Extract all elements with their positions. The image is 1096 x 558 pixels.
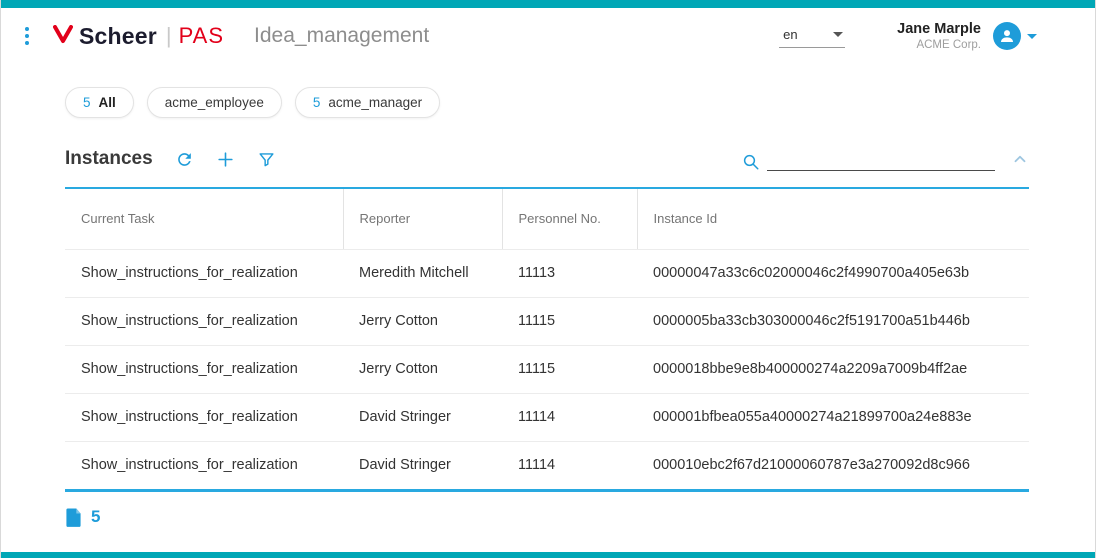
table-cell: Show_instructions_for_realization xyxy=(65,249,343,297)
brand-scheer-text: Scheer xyxy=(79,23,157,50)
language-value: en xyxy=(783,27,797,42)
scheer-logo-mark-icon xyxy=(53,25,73,47)
table-cell: Jerry Cotton xyxy=(343,345,502,393)
table-cell: 11115 xyxy=(502,345,637,393)
user-name: Jane Marple xyxy=(897,20,981,38)
table-cell: David Stringer xyxy=(343,441,502,490)
chip-acme-employee[interactable]: acme_employee xyxy=(147,87,282,118)
bottom-accent-bar xyxy=(1,552,1095,558)
table-cell: 11113 xyxy=(502,249,637,297)
table-cell: Show_instructions_for_realization xyxy=(65,393,343,441)
page-title: Idea_management xyxy=(254,24,429,48)
chip-all[interactable]: 5 All xyxy=(65,87,134,118)
user-company: ACME Corp. xyxy=(897,38,981,52)
table-row[interactable]: Show_instructions_for_realizationDavid S… xyxy=(65,441,1029,490)
column-header[interactable]: Instance Id xyxy=(637,188,1029,250)
brand-logo: Scheer | PAS xyxy=(53,23,224,50)
table-header-row: Current TaskReporterPersonnel No.Instanc… xyxy=(65,188,1029,250)
chip-label: All xyxy=(99,95,116,110)
search-input[interactable] xyxy=(767,148,995,171)
user-menu-chevron-icon[interactable] xyxy=(1027,34,1037,39)
person-icon xyxy=(998,27,1016,45)
language-select[interactable]: en xyxy=(779,25,845,48)
table-cell: Meredith Mitchell xyxy=(343,249,502,297)
chip-count: 5 xyxy=(313,95,321,110)
avatar[interactable] xyxy=(993,22,1021,50)
table-cell: David Stringer xyxy=(343,393,502,441)
column-header[interactable]: Personnel No. xyxy=(502,188,637,250)
table-row[interactable]: Show_instructions_for_realizationDavid S… xyxy=(65,393,1029,441)
chip-acme-manager[interactable]: 5 acme_manager xyxy=(295,87,440,118)
table-cell: 00000047a33c6c02000046c2f4990700a405e63b xyxy=(637,249,1029,297)
chip-label: acme_manager xyxy=(328,95,422,110)
table-cell: 000010ebc2f67d21000060787e3a270092d8c966 xyxy=(637,441,1029,490)
brand-separator: | xyxy=(166,23,172,49)
table-row[interactable]: Show_instructions_for_realizationMeredit… xyxy=(65,249,1029,297)
add-icon[interactable] xyxy=(216,150,235,169)
table-cell: Jerry Cotton xyxy=(343,297,502,345)
search-box xyxy=(742,148,995,171)
table-cell: 11114 xyxy=(502,393,637,441)
table-cell: Show_instructions_for_realization xyxy=(65,297,343,345)
column-header[interactable]: Reporter xyxy=(343,188,502,250)
user-info: Jane Marple ACME Corp. xyxy=(897,20,981,53)
filter-chips: 5 All acme_employee 5 acme_manager xyxy=(65,87,1095,118)
table-cell: 000001bfbea055a40000274a21899700a24e883e xyxy=(637,393,1029,441)
table-cell: 0000018bbe9e8b400000274a2209a7009b4ff2ae xyxy=(637,345,1029,393)
refresh-icon[interactable] xyxy=(175,150,194,169)
chip-count: 5 xyxy=(83,95,91,110)
table-body: Show_instructions_for_realizationMeredit… xyxy=(65,249,1029,490)
app-window: Scheer | PAS Idea_management en Jane Mar… xyxy=(0,0,1096,558)
section-title: Instances xyxy=(65,148,153,170)
result-count-value: 5 xyxy=(91,507,100,527)
column-header[interactable]: Current Task xyxy=(65,188,343,250)
pages-icon xyxy=(65,507,82,527)
brand-pas-text: PAS xyxy=(179,23,224,49)
table-cell: 11115 xyxy=(502,297,637,345)
menu-kebab-icon[interactable] xyxy=(21,23,33,49)
table-cell: 11114 xyxy=(502,441,637,490)
chevron-down-icon xyxy=(833,32,843,37)
filter-icon[interactable] xyxy=(257,150,276,169)
result-count: 5 xyxy=(65,507,1031,527)
search-icon xyxy=(742,153,760,171)
collapse-chevron-icon[interactable] xyxy=(1011,150,1029,168)
instances-table: Current TaskReporterPersonnel No.Instanc… xyxy=(65,187,1029,492)
table-cell: Show_instructions_for_realization xyxy=(65,441,343,490)
table-cell: Show_instructions_for_realization xyxy=(65,345,343,393)
table-row[interactable]: Show_instructions_for_realizationJerry C… xyxy=(65,297,1029,345)
chip-label: acme_employee xyxy=(165,95,264,110)
instances-toolbar: Instances xyxy=(65,148,1029,171)
top-accent-bar xyxy=(1,0,1095,8)
table-cell: 0000005ba33cb303000046c2f5191700a51b446b xyxy=(637,297,1029,345)
table-row[interactable]: Show_instructions_for_realizationJerry C… xyxy=(65,345,1029,393)
